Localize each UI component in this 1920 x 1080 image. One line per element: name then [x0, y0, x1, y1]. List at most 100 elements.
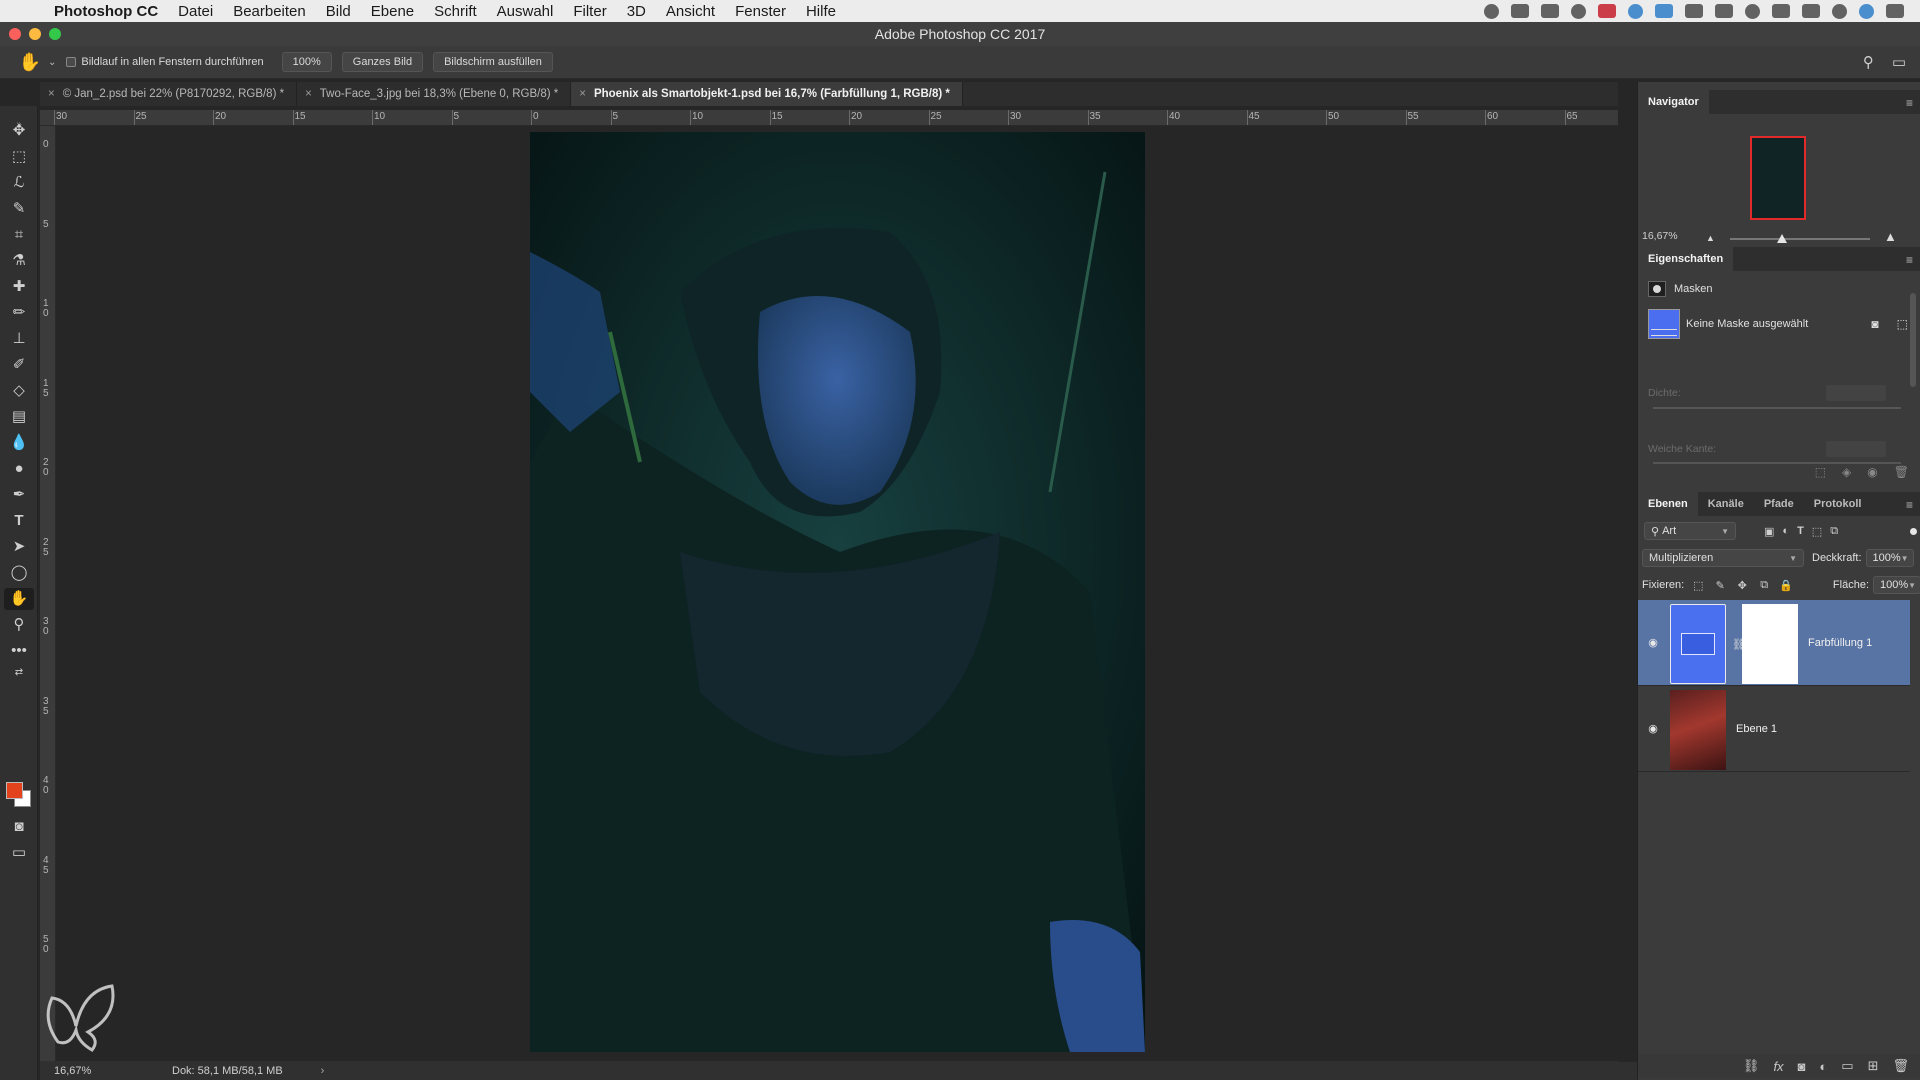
menu-app-photoshop[interactable]: Photoshop CC [54, 3, 168, 20]
clone-stamp-tool-icon[interactable]: ⊥ [4, 328, 34, 350]
scroll-all-windows-checkbox[interactable] [66, 57, 77, 67]
navigator-thumbnail[interactable] [1750, 136, 1806, 220]
siri-icon[interactable] [1859, 3, 1874, 19]
tab-paths[interactable]: Pfade [1754, 492, 1804, 516]
gradient-tool-icon[interactable]: ▤ [4, 406, 34, 428]
filter-pixel-icon[interactable]: ▣ [1764, 525, 1774, 538]
density-slider[interactable] [1653, 407, 1901, 409]
canvas-area[interactable] [57, 127, 1618, 1062]
tab-phoenix[interactable]: × Phoenix als Smartobjekt-1.psd bei 16,7%… [571, 82, 963, 106]
visibility-eye-icon[interactable]: ◉ [1646, 636, 1660, 649]
menu-bearbeiten[interactable]: Bearbeiten [223, 3, 316, 20]
tab-jan-2[interactable]: × © Jan_2.psd bei 22% (P8170292, RGB/8) * [40, 82, 298, 106]
lasso-tool-icon[interactable]: ℒ [4, 172, 34, 194]
navigator-zoom-slider[interactable] [1730, 238, 1870, 240]
panel-menu-icon[interactable]: ≡ [1906, 96, 1913, 110]
layer-name[interactable]: Ebene 1 [1736, 723, 1777, 735]
add-mask-icon[interactable]: ◙ [1798, 1059, 1806, 1074]
zoom-tool-icon[interactable]: ⚲ [4, 614, 34, 636]
menu-hilfe[interactable]: Hilfe [796, 3, 846, 20]
opacity-field[interactable]: 100% ▼ [1865, 549, 1914, 567]
close-icon[interactable]: × [305, 88, 312, 100]
menu-3d[interactable]: 3D [617, 3, 656, 20]
lock-position-icon[interactable]: ✥ [1734, 579, 1750, 592]
menu-fenster[interactable]: Fenster [725, 3, 796, 20]
sync-icon[interactable] [1628, 3, 1643, 19]
adjustment-layer-icon[interactable]: ◐ [1819, 1059, 1827, 1074]
bluetooth-icon[interactable] [1772, 4, 1790, 18]
status-menu-arrow[interactable]: › [321, 1065, 325, 1077]
workspace-icon[interactable]: ▭ [1892, 53, 1906, 71]
printer-icon[interactable] [1685, 4, 1703, 18]
window-minimize-button[interactable] [29, 28, 41, 40]
more-tools-icon[interactable]: ••• [4, 640, 34, 662]
hand-tool-icon[interactable]: ✋ [4, 588, 34, 610]
time-machine-icon[interactable] [1745, 3, 1760, 19]
fill-layer-thumbnail[interactable] [1670, 604, 1726, 684]
lock-all-icon[interactable]: 🔒 [1778, 579, 1794, 592]
document-image[interactable] [530, 132, 1145, 1052]
density-field[interactable] [1826, 385, 1886, 401]
foreground-color-swatch[interactable] [6, 782, 23, 799]
lock-transparency-icon[interactable]: ⬚ [1690, 579, 1706, 592]
panel-menu-icon[interactable]: ≡ [1906, 253, 1913, 267]
menu-ansicht[interactable]: Ansicht [656, 3, 725, 20]
vector-mask-icon[interactable]: ⬚ [1897, 317, 1908, 331]
apply-mask-icon[interactable]: ◈ [1842, 465, 1851, 479]
adobe-cc-icon[interactable] [1598, 4, 1616, 18]
wifi-icon[interactable] [1802, 4, 1820, 18]
type-tool-icon[interactable]: T [4, 510, 34, 532]
tab-navigator[interactable]: Navigator [1638, 90, 1709, 114]
tab-two-face[interactable]: × Two-Face_3.jpg bei 18,3% (Ebene 0, RGB/… [297, 82, 572, 106]
filter-adjustment-icon[interactable]: ◐ [1782, 525, 1789, 538]
tab-history[interactable]: Protokoll [1804, 492, 1872, 516]
layer-filter-dropdown[interactable]: ⚲ Art ▼ [1644, 522, 1736, 540]
visibility-eye-icon[interactable]: ◉ [1646, 722, 1660, 735]
dodge-tool-icon[interactable]: ● [4, 458, 34, 480]
hand-tool-icon[interactable]: ✋ [12, 52, 48, 73]
menu-datei[interactable]: Datei [168, 3, 223, 20]
clipboard-icon[interactable] [1511, 4, 1529, 18]
ellipse-tool-icon[interactable]: ◯ [4, 562, 34, 584]
navigator-slider-handle[interactable] [1777, 234, 1787, 243]
menu-bild[interactable]: Bild [316, 3, 361, 20]
layer-style-fx-icon[interactable]: fx [1773, 1059, 1783, 1074]
properties-scrollbar[interactable] [1910, 293, 1916, 387]
screen-icon[interactable] [1541, 4, 1559, 18]
screen-mode-icon[interactable]: ▭ [4, 842, 34, 864]
tab-channels[interactable]: Kanäle [1698, 492, 1754, 516]
feather-slider[interactable] [1653, 462, 1901, 464]
pen-tool-icon[interactable]: ✒ [4, 484, 34, 506]
lock-pixels-icon[interactable]: ✎ [1712, 579, 1728, 592]
toggle-mask-visibility-icon[interactable]: ◉ [1867, 465, 1877, 479]
chevron-down-icon[interactable]: ⌄ [48, 57, 56, 68]
airplay-icon[interactable] [1715, 4, 1733, 18]
fit-screen-button[interactable]: Ganzes Bild [341, 52, 424, 72]
search-icon[interactable]: ⚲ [1863, 53, 1874, 71]
menu-ebene[interactable]: Ebene [361, 3, 424, 20]
tab-layers[interactable]: Ebenen [1638, 492, 1698, 516]
photo-layer-thumbnail[interactable] [1670, 690, 1726, 770]
status-zoom[interactable]: 16,67% [40, 1065, 118, 1077]
window-maximize-button[interactable] [49, 28, 61, 40]
layer-row-ebene-1[interactable]: ◉ Ebene 1 [1638, 686, 1910, 772]
zoom-100-button[interactable]: 100% [281, 52, 332, 72]
delete-layer-icon[interactable]: 🗑 [1892, 1058, 1909, 1074]
menu-filter[interactable]: Filter [563, 3, 616, 20]
history-brush-tool-icon[interactable]: ✐ [4, 354, 34, 376]
close-icon[interactable]: × [579, 88, 586, 100]
cloud-icon[interactable] [1571, 3, 1586, 19]
notification-center-icon[interactable] [1886, 4, 1904, 18]
new-group-icon[interactable]: ▭ [1841, 1058, 1853, 1074]
filter-smartobject-icon[interactable]: ⧉ [1830, 525, 1838, 538]
dropbox-icon[interactable] [1655, 4, 1673, 18]
eyedropper-tool-icon[interactable]: ⚗ [4, 250, 34, 272]
layer-row-farbfuellung[interactable]: ◉ ⛓ Farbfüllung 1 [1638, 600, 1910, 686]
filter-shape-icon[interactable]: ⬚ [1812, 525, 1822, 538]
crop-tool-icon[interactable]: ⌗ [4, 224, 34, 246]
filter-type-icon[interactable]: T [1797, 525, 1804, 538]
menu-auswahl[interactable]: Auswahl [487, 3, 564, 20]
zoom-in-icon[interactable]: ▲ [1884, 229, 1897, 244]
link-layers-icon[interactable]: ⛓ [1743, 1058, 1760, 1074]
load-selection-icon[interactable]: ⬚ [1815, 465, 1826, 479]
